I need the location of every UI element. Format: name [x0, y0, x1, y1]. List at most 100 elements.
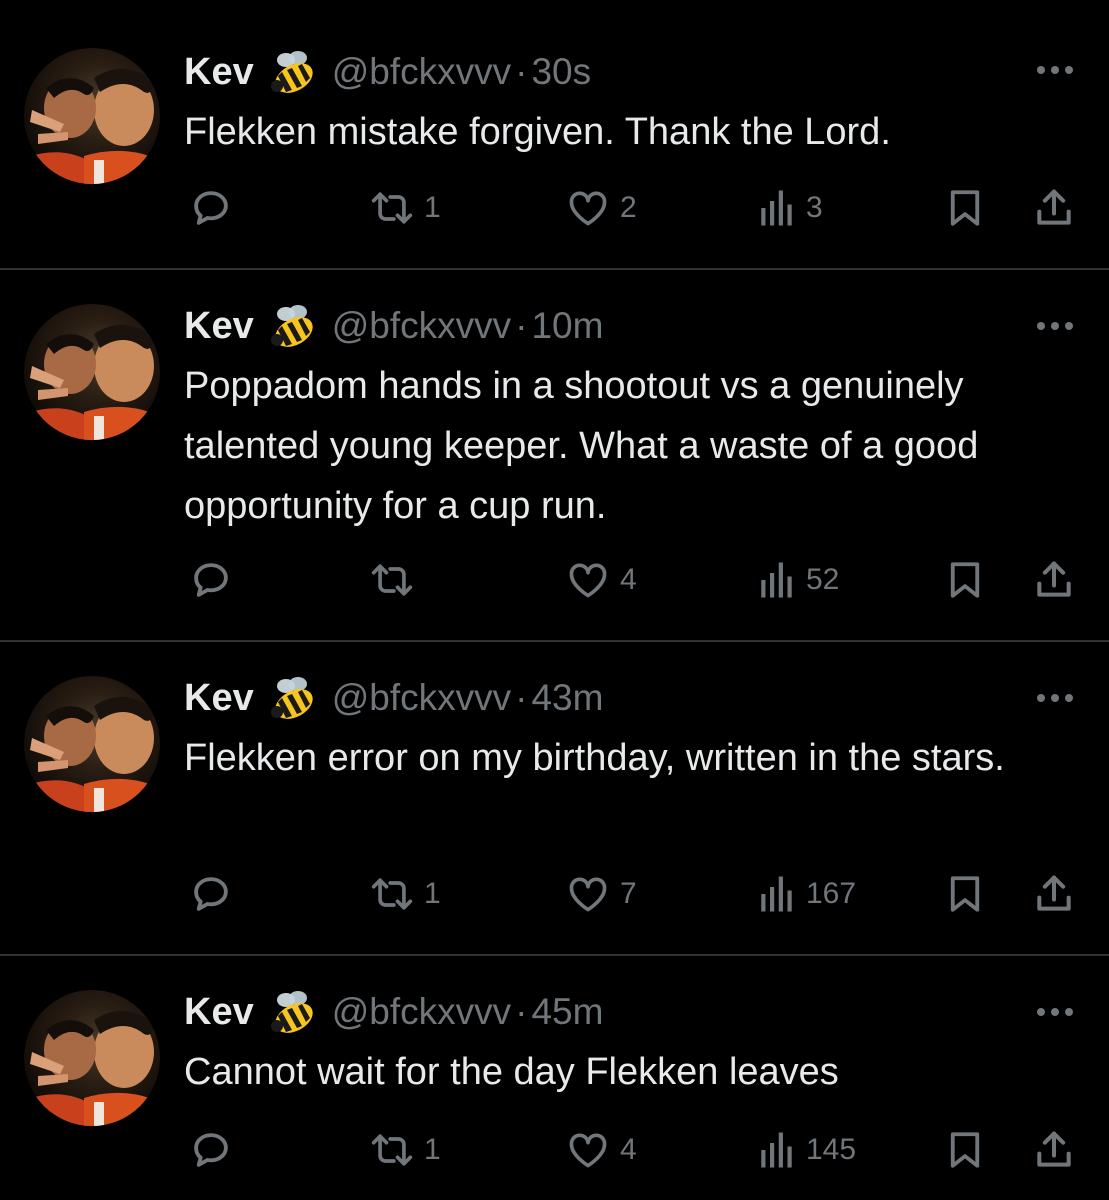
views-chart-icon: [761, 562, 792, 598]
more-options-icon[interactable]: [1033, 688, 1077, 708]
bookmark-icon: [950, 876, 980, 912]
display-name[interactable]: Kev: [184, 305, 254, 348]
tweet[interactable]: Kev @bfckxvvv · 43m Flekken error on my …: [0, 642, 1109, 954]
retweet-button[interactable]: 1: [370, 184, 441, 232]
tweet-header: Kev @bfckxvvv · 10m: [184, 302, 603, 350]
share-button[interactable]: [1032, 870, 1076, 918]
views-count: 145: [806, 1133, 857, 1166]
reply-icon: [194, 191, 228, 225]
timestamp[interactable]: 10m: [531, 305, 603, 347]
more-options-icon[interactable]: [1033, 316, 1077, 336]
tweet-feed: Kev @bfckxvvv · 30s Flekken mistake forg…: [0, 0, 1109, 1200]
tweet-text: Flekken error on my birthday, written in…: [184, 737, 1005, 779]
retweet-count: 1: [424, 877, 441, 910]
tweet-text: Flekken mistake forgiven. Thank the Lord…: [184, 111, 891, 153]
bookmark-button[interactable]: [944, 556, 986, 604]
user-handle[interactable]: @bfckxvvv: [332, 677, 511, 719]
separator-dot: ·: [515, 991, 528, 1032]
avatar[interactable]: [24, 304, 160, 440]
heart-icon: [569, 191, 607, 226]
reply-button[interactable]: [190, 870, 242, 918]
share-button[interactable]: [1032, 184, 1076, 232]
bookmark-icon: [950, 562, 980, 598]
tweet-text: Poppadom hands in a shootout vs a genuin…: [184, 365, 979, 527]
retweet-icon: [371, 1134, 413, 1166]
more-options-icon[interactable]: [1033, 60, 1077, 80]
views-button[interactable]: 145: [758, 1126, 856, 1174]
views-button[interactable]: 167: [758, 870, 856, 918]
action-bar: 1 2 3: [184, 184, 1084, 232]
like-button[interactable]: 7: [566, 870, 637, 918]
reply-icon: [194, 1133, 228, 1167]
bookmark-button[interactable]: [944, 1126, 986, 1174]
views-count: 3: [806, 191, 823, 224]
retweet-icon: [371, 878, 413, 910]
like-count: 4: [620, 563, 637, 596]
timestamp[interactable]: 45m: [531, 991, 603, 1033]
display-name[interactable]: Kev: [184, 991, 254, 1034]
bookmark-button[interactable]: [944, 870, 986, 918]
share-icon: [1037, 1131, 1071, 1167]
more-options-icon[interactable]: [1033, 1002, 1077, 1022]
avatar[interactable]: [24, 990, 160, 1126]
like-button[interactable]: 4: [566, 556, 637, 604]
bee-emoji-icon: [266, 990, 318, 1034]
views-chart-icon: [761, 190, 792, 226]
action-bar: 4 52: [184, 556, 1084, 604]
display-name[interactable]: Kev: [184, 677, 254, 720]
bookmark-button[interactable]: [944, 184, 986, 232]
views-button[interactable]: 3: [758, 184, 823, 232]
tweet-text: Cannot wait for the day Flekken leaves: [184, 1051, 839, 1093]
heart-icon: [569, 1133, 607, 1168]
like-count: 4: [620, 1133, 637, 1166]
heart-icon: [569, 563, 607, 598]
like-count: 7: [620, 877, 637, 910]
action-bar: 1 7 167: [184, 870, 1084, 918]
bee-emoji-icon: [266, 676, 318, 720]
retweet-button[interactable]: 1: [370, 870, 441, 918]
heart-icon: [569, 877, 607, 912]
retweet-count: 1: [424, 1133, 441, 1166]
reply-button[interactable]: [190, 556, 242, 604]
timestamp[interactable]: 43m: [531, 677, 603, 719]
tweet[interactable]: Kev @bfckxvvv · 45m Cannot wait for the …: [0, 956, 1109, 1200]
bee-emoji-icon: [266, 50, 318, 94]
display-name[interactable]: Kev: [184, 51, 254, 94]
retweet-count: 1: [424, 191, 441, 224]
retweet-button[interactable]: [370, 556, 424, 604]
share-icon: [1037, 189, 1071, 225]
timestamp[interactable]: 30s: [531, 51, 591, 93]
like-count: 2: [620, 191, 637, 224]
reply-button[interactable]: [190, 1126, 242, 1174]
retweet-icon: [371, 564, 413, 596]
tweet[interactable]: Kev @bfckxvvv · 30s Flekken mistake forg…: [0, 0, 1109, 268]
share-button[interactable]: [1032, 556, 1076, 604]
action-bar: 1 4 145: [184, 1126, 1084, 1174]
share-button[interactable]: [1032, 1126, 1076, 1174]
user-handle[interactable]: @bfckxvvv: [332, 991, 511, 1033]
retweet-button[interactable]: 1: [370, 1126, 441, 1174]
separator-dot: ·: [515, 51, 528, 92]
share-icon: [1037, 561, 1071, 597]
views-count: 167: [806, 877, 857, 910]
user-handle[interactable]: @bfckxvvv: [332, 305, 511, 347]
views-count: 52: [806, 563, 840, 596]
share-icon: [1037, 875, 1071, 911]
bookmark-icon: [950, 190, 980, 226]
reply-button[interactable]: [190, 184, 242, 232]
user-handle[interactable]: @bfckxvvv: [332, 51, 511, 93]
bee-emoji-icon: [266, 304, 318, 348]
bookmark-icon: [950, 1132, 980, 1168]
views-chart-icon: [761, 1132, 792, 1168]
separator-dot: ·: [515, 677, 528, 718]
avatar[interactable]: [24, 48, 160, 184]
reply-icon: [194, 563, 228, 597]
retweet-icon: [371, 192, 413, 224]
tweet-header: Kev @bfckxvvv · 43m: [184, 674, 603, 722]
tweet[interactable]: Kev @bfckxvvv · 10m Poppadom hands in a …: [0, 270, 1109, 640]
like-button[interactable]: 2: [566, 184, 637, 232]
like-button[interactable]: 4: [566, 1126, 637, 1174]
reply-icon: [194, 877, 228, 911]
views-button[interactable]: 52: [758, 556, 839, 604]
avatar[interactable]: [24, 676, 160, 812]
